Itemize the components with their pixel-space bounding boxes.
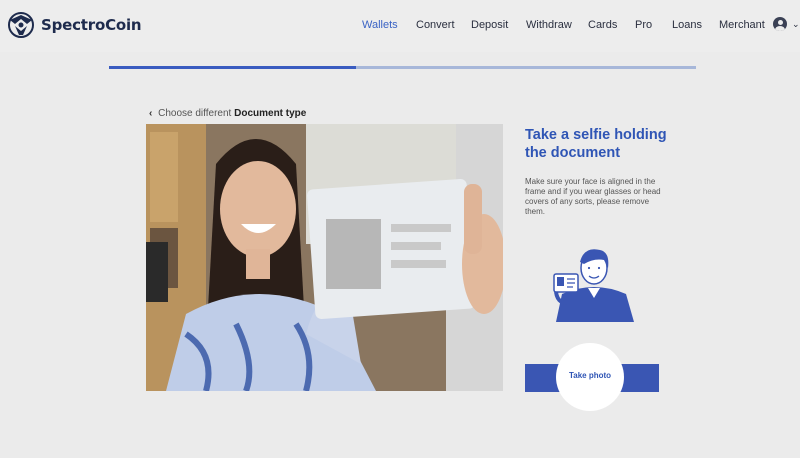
step-progress-bar [109, 66, 696, 69]
nav-item-deposit[interactable]: Deposit [471, 19, 508, 31]
page-title: Take a selfie holding the document [525, 127, 667, 161]
user-avatar-icon [773, 17, 787, 31]
nav-item-cards[interactable]: Cards [588, 19, 617, 31]
chevron-left-icon: ‹ [149, 108, 153, 119]
chevron-down-icon: ⌄ [792, 18, 800, 29]
step-progress-fill [109, 66, 356, 69]
nav-item-convert[interactable]: Convert [416, 19, 455, 31]
back-link-prefix: Choose different [158, 108, 232, 119]
instructions-text: Make sure your face is aligned in the fr… [525, 177, 661, 216]
take-photo-button-label[interactable]: Take photo [556, 371, 624, 380]
user-menu[interactable]: ⌄ [773, 17, 800, 31]
nav-item-merchant[interactable]: Merchant [719, 19, 765, 31]
choose-document-type-link[interactable]: ‹ Choose different Document type [149, 108, 306, 119]
nav-item-pro[interactable]: Pro [635, 19, 652, 31]
selfie-with-document-illustration [553, 249, 634, 322]
nav-item-wallets[interactable]: Wallets [362, 19, 398, 31]
nav-item-withdraw[interactable]: Withdraw [526, 19, 572, 31]
camera-preview-image [146, 124, 503, 391]
back-link-strong: Document type [234, 108, 307, 119]
spectrocoin-logo-icon [8, 12, 34, 38]
top-navigation-bar: SpectroCoin Wallets Convert Deposit With… [0, 0, 800, 52]
camera-preview [146, 124, 503, 391]
nav-item-loans[interactable]: Loans [672, 19, 702, 31]
brand-name: SpectroCoin [41, 16, 142, 34]
brand-logo[interactable]: SpectroCoin [6, 10, 142, 40]
